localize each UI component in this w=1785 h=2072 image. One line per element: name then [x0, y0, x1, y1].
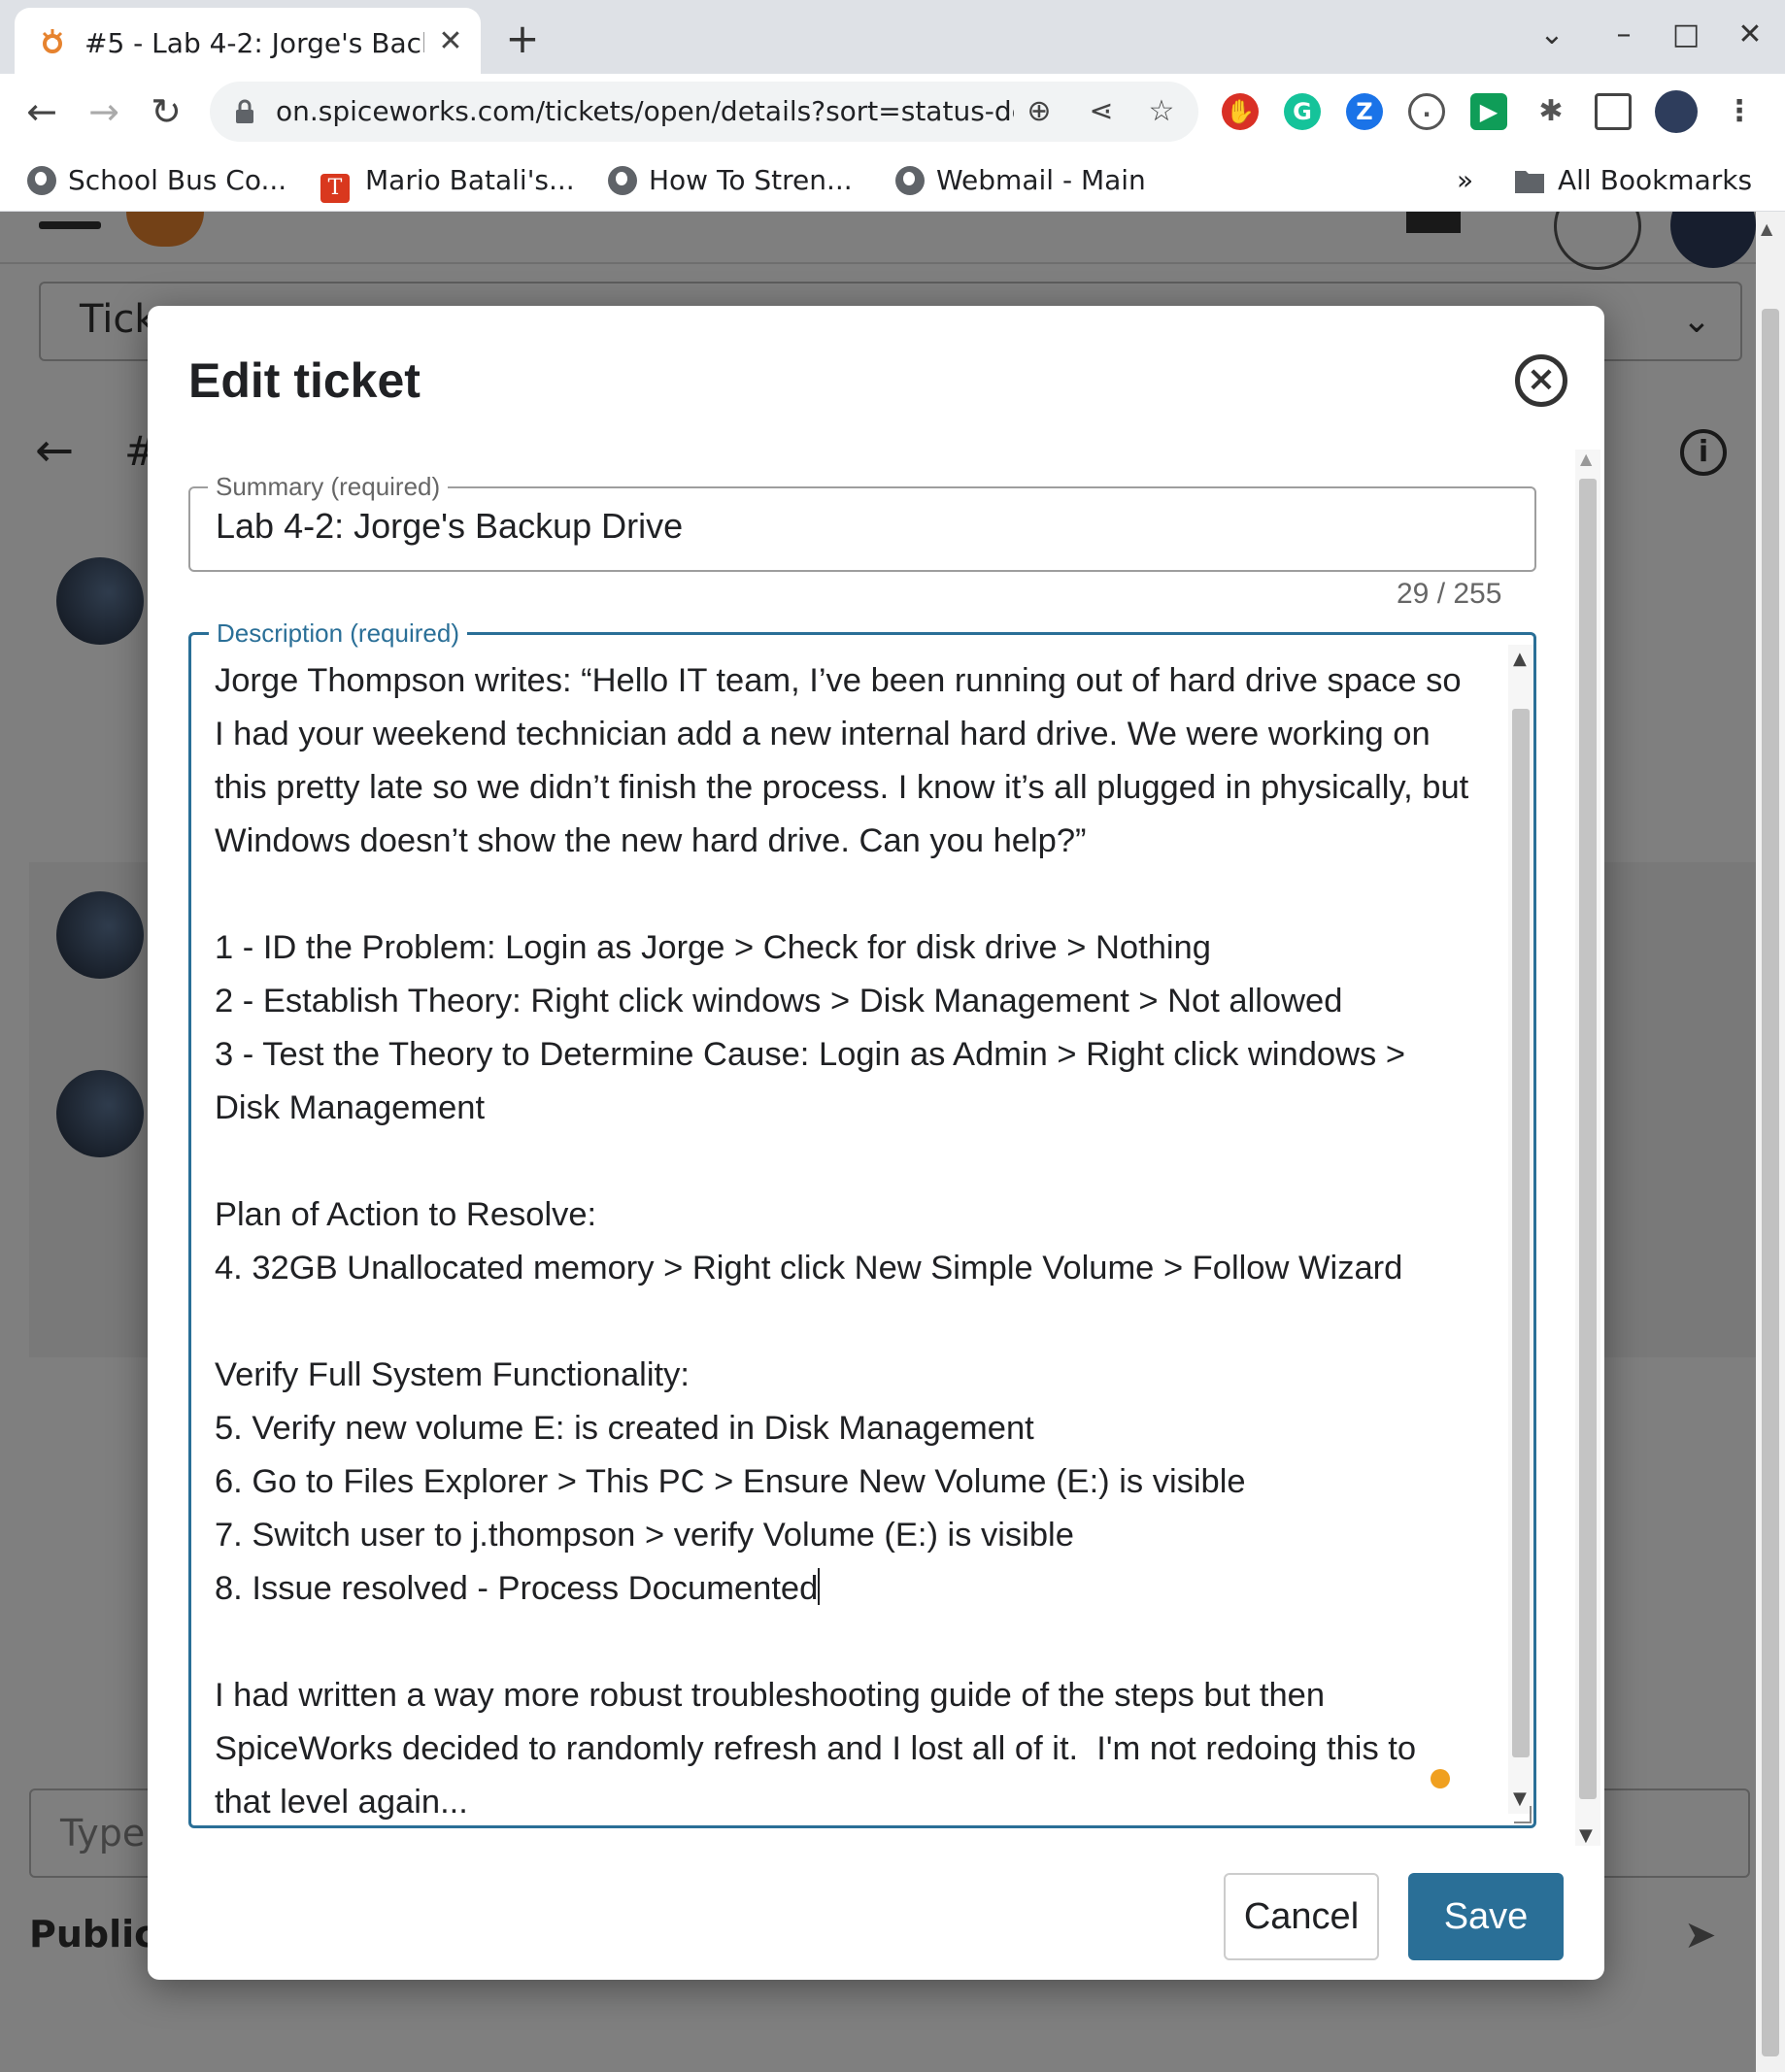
- profile-avatar[interactable]: [1655, 90, 1698, 133]
- bookmark-label: School Bus Co...: [68, 164, 287, 196]
- summary-input[interactable]: Lab 4-2: Jorge's Backup Drive: [216, 506, 683, 547]
- summary-field[interactable]: Summary (required) Lab 4-2: Jorge's Back…: [188, 471, 1536, 572]
- nyt-icon: T: [320, 174, 350, 203]
- description-label: Description (required): [209, 618, 467, 649]
- scroll-up-icon[interactable]: ▲: [1761, 219, 1772, 238]
- bookmark-webmail-main[interactable]: Webmail - Main: [895, 161, 1146, 200]
- window-close-icon[interactable]: ✕: [1731, 16, 1769, 54]
- character-counter: 29 / 255: [1397, 578, 1502, 610]
- spiceworks-favicon-icon: [42, 29, 63, 53]
- extensions-puzzle-icon[interactable]: ✱: [1532, 93, 1569, 130]
- resize-handle-icon[interactable]: [1514, 1806, 1532, 1823]
- forward-arrow-icon[interactable]: →: [80, 87, 128, 136]
- bookmark-mario-batali[interactable]: T Mario Batali's...: [320, 161, 575, 203]
- summary-label: Summary (required): [208, 471, 449, 502]
- address-bar[interactable]: on.spiceworks.com/tickets/open/details?s…: [210, 82, 1198, 142]
- scroll-up-icon[interactable]: ▲: [1580, 450, 1592, 468]
- all-bookmarks-label: All Bookmarks: [1558, 164, 1753, 196]
- bookmark-label: How To Stren...: [649, 164, 853, 196]
- tab-title: #5 - Lab 4-2: Jorge's Backup Drive: [84, 27, 424, 59]
- bookmarks-bar: School Bus Co... T Mario Batali's... How …: [0, 150, 1785, 212]
- close-icon[interactable]: ×: [1515, 354, 1567, 407]
- tab-search-chevron-icon[interactable]: ⌄: [1532, 16, 1571, 54]
- grammarly-status-dot[interactable]: [1431, 1769, 1450, 1788]
- browser-toolbar: ← → ↻ on.spiceworks.com/tickets/open/det…: [0, 74, 1785, 150]
- side-panel-icon[interactable]: [1595, 93, 1632, 130]
- dialog-title: Edit ticket: [188, 353, 421, 408]
- minimize-icon[interactable]: –: [1604, 16, 1643, 54]
- bookmark-how-to-stren[interactable]: How To Stren...: [608, 161, 853, 200]
- tab-strip: #5 - Lab 4-2: Jorge's Backup Drive ✕ + ⌄…: [0, 0, 1785, 74]
- bookmarks-overflow-icon[interactable]: »: [1457, 161, 1473, 200]
- bookmark-label: Mario Batali's...: [365, 164, 575, 196]
- scroll-down-icon[interactable]: ▼: [1579, 1825, 1593, 1846]
- share-icon[interactable]: ⋖: [1082, 92, 1121, 131]
- back-arrow-icon[interactable]: ←: [17, 87, 66, 136]
- maximize-icon[interactable]: □: [1667, 16, 1705, 54]
- code-extension-icon[interactable]: ·: [1408, 93, 1445, 130]
- scroll-up-icon[interactable]: ▲: [1513, 649, 1527, 669]
- scrollbar-thumb[interactable]: [1579, 479, 1597, 1799]
- tab-close-icon[interactable]: ✕: [434, 25, 467, 58]
- description-text: Jorge Thompson writes: “Hello IT team, I…: [215, 662, 1469, 1607]
- description-text-continued: I had written a way more robust troubles…: [215, 1677, 1417, 1821]
- description-textarea[interactable]: Jorge Thompson writes: “Hello IT team, I…: [215, 654, 1477, 1829]
- globe-icon: [608, 166, 637, 195]
- zoom-extension-icon[interactable]: Z: [1346, 93, 1383, 130]
- page-scrollbar[interactable]: ▲: [1756, 212, 1785, 2072]
- save-button[interactable]: Save: [1408, 1873, 1564, 1960]
- zoom-icon[interactable]: ⊕: [1020, 92, 1059, 131]
- scrollbar-thumb[interactable]: [1512, 709, 1530, 1757]
- browser-tab-active[interactable]: #5 - Lab 4-2: Jorge's Backup Drive ✕: [15, 8, 481, 74]
- url-text: on.spiceworks.com/tickets/open/details?s…: [276, 95, 1014, 127]
- scrollbar-thumb[interactable]: [1762, 309, 1779, 2056]
- reload-icon[interactable]: ↻: [142, 87, 190, 136]
- all-bookmarks-button[interactable]: All Bookmarks: [1515, 161, 1752, 200]
- description-scrollbar[interactable]: ▲ ▼: [1508, 645, 1533, 1814]
- globe-icon: [895, 166, 925, 195]
- browser-menu-icon[interactable]: ⋮: [1721, 93, 1758, 130]
- bookmark-star-icon[interactable]: ☆: [1142, 92, 1181, 131]
- text-caret: [818, 1568, 821, 1605]
- screencast-extension-icon[interactable]: ▶: [1470, 93, 1507, 130]
- dialog-scrollbar[interactable]: ▲ ▼: [1575, 450, 1600, 1846]
- adblock-extension-icon[interactable]: ✋: [1222, 93, 1259, 130]
- lock-icon: [236, 99, 253, 123]
- bookmark-label: Webmail - Main: [936, 164, 1146, 196]
- bookmark-school-bus[interactable]: School Bus Co...: [27, 161, 286, 200]
- grammarly-extension-icon[interactable]: G: [1284, 93, 1321, 130]
- edit-ticket-dialog: Edit ticket × Summary (required) Lab 4-2…: [148, 306, 1604, 1980]
- globe-icon: [27, 166, 56, 195]
- cancel-button[interactable]: Cancel: [1224, 1873, 1379, 1960]
- folder-icon: [1515, 171, 1544, 193]
- description-field[interactable]: Description (required) Jorge Thompson wr…: [188, 618, 1536, 1829]
- new-tab-button[interactable]: +: [503, 18, 542, 59]
